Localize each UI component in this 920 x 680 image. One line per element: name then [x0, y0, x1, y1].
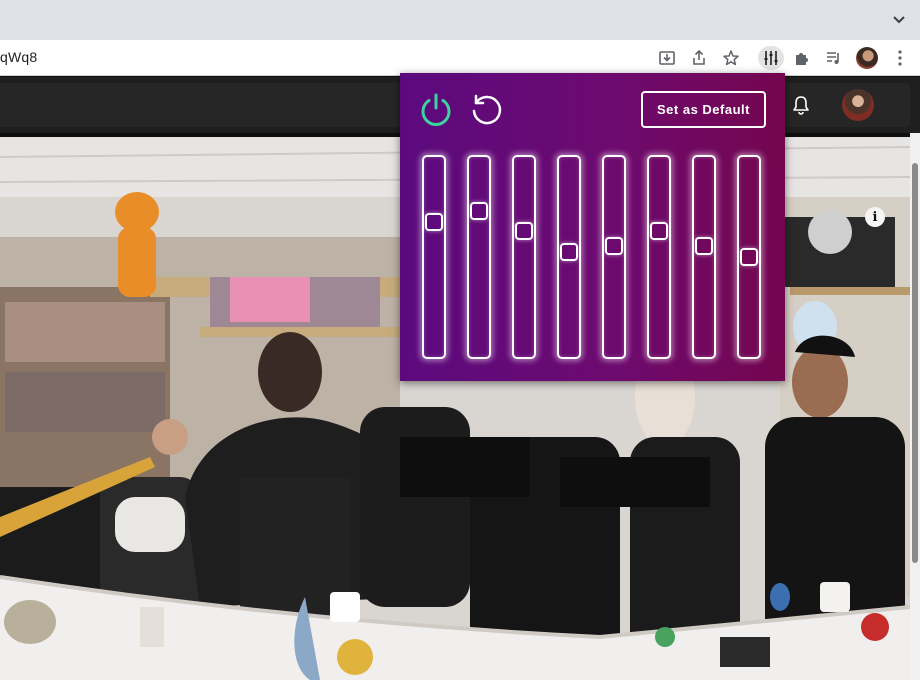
- eq-slider-knob[interactable]: [515, 221, 533, 240]
- set-as-default-button[interactable]: Set as Default: [641, 91, 766, 128]
- tab-search-chevron-icon[interactable]: [892, 13, 906, 27]
- account-avatar[interactable]: [842, 89, 874, 121]
- eq-slider-band-3[interactable]: [512, 155, 536, 359]
- eq-slider-band-7[interactable]: [692, 155, 716, 359]
- scrollbar-thumb[interactable]: [912, 163, 918, 563]
- menu-kebab-icon[interactable]: [892, 49, 908, 67]
- share-icon[interactable]: [687, 46, 711, 70]
- reset-icon[interactable]: [467, 91, 503, 127]
- download-icon[interactable]: [655, 46, 679, 70]
- address-bar[interactable]: qWq8: [0, 49, 37, 65]
- page-scrollbar[interactable]: [910, 133, 920, 680]
- extensions-puzzle-icon[interactable]: [790, 46, 814, 70]
- video-info-icon[interactable]: i: [865, 207, 885, 227]
- eq-slider-band-1[interactable]: [422, 155, 446, 359]
- eq-slider-band-4[interactable]: [557, 155, 581, 359]
- eq-slider-band-5[interactable]: [602, 155, 626, 359]
- browser-toolbar: qWq8: [0, 40, 920, 76]
- equalizer-popup: Set as Default: [400, 73, 785, 381]
- eq-slider-knob[interactable]: [470, 202, 488, 221]
- tab-strip: [0, 0, 920, 40]
- media-queue-icon[interactable]: [822, 46, 846, 70]
- eq-slider-band-8[interactable]: [737, 155, 761, 359]
- eq-slider-knob[interactable]: [605, 237, 623, 256]
- notifications-bell-icon[interactable]: [790, 94, 812, 116]
- bookmark-star-icon[interactable]: [719, 46, 743, 70]
- eq-slider-knob[interactable]: [425, 212, 443, 231]
- equalizer-extension-icon[interactable]: [758, 46, 784, 70]
- eq-slider-knob[interactable]: [695, 237, 713, 256]
- eq-slider-knob[interactable]: [740, 248, 758, 266]
- eq-slider-band-2[interactable]: [467, 155, 491, 359]
- power-toggle-icon[interactable]: [418, 91, 454, 127]
- eq-slider-knob[interactable]: [650, 221, 668, 240]
- eq-slider-knob[interactable]: [560, 242, 578, 261]
- eq-slider-band-6[interactable]: [647, 155, 671, 359]
- profile-avatar[interactable]: [856, 47, 878, 69]
